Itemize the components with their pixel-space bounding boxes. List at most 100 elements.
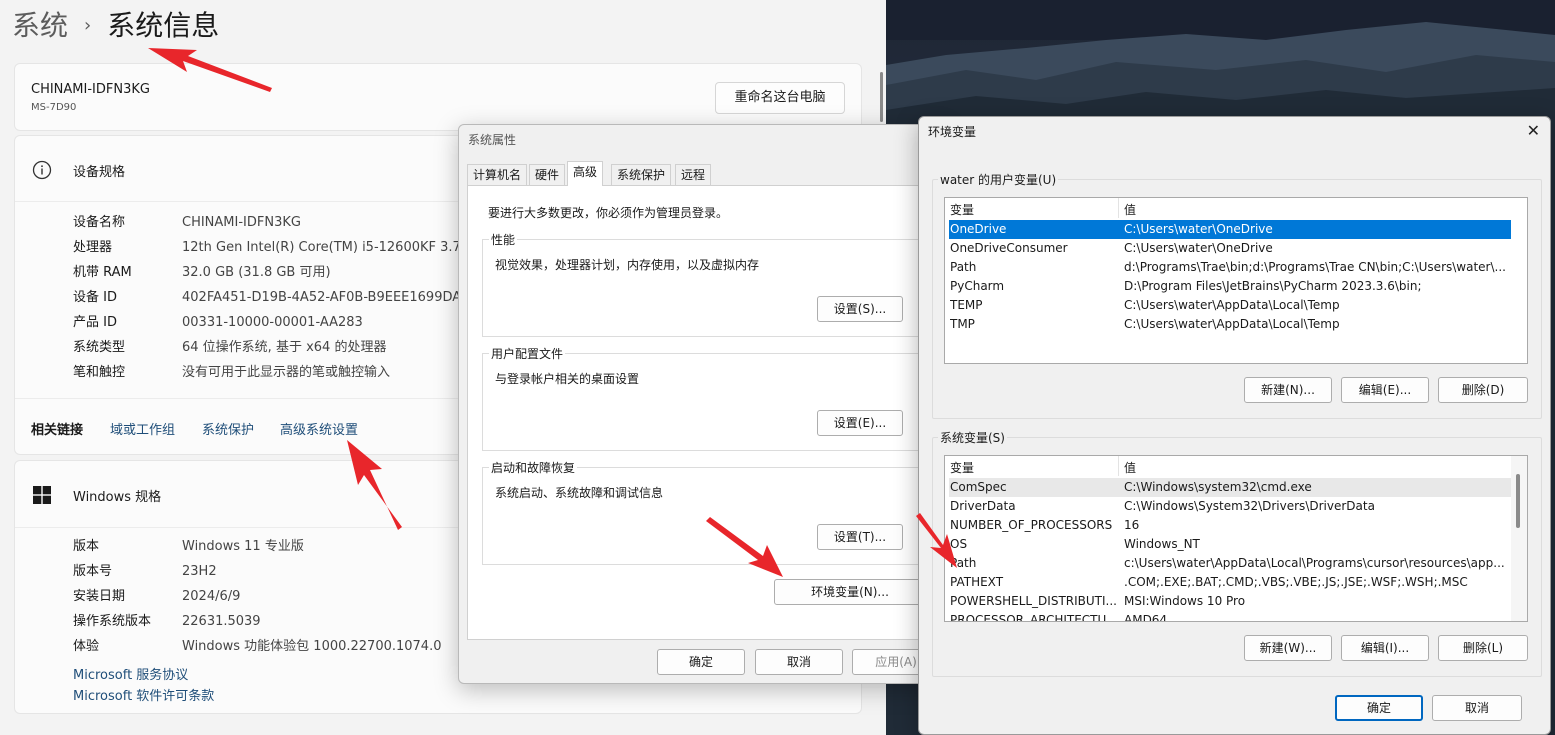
startup-recovery-settings-button[interactable]: 设置(T)... — [817, 524, 903, 550]
dialog-title: 系统属性 — [468, 133, 517, 147]
scrollbar-thumb[interactable] — [1516, 474, 1520, 528]
spec-row: 体验 Windows 功能体验包 1000.22700.1074.0 — [73, 637, 442, 657]
list-item[interactable]: PyCharm D:\Program Files\JetBrains\PyChar… — [949, 277, 1511, 296]
spec-key: 版本 — [73, 539, 100, 554]
spec-key: 机带 RAM — [73, 265, 132, 280]
environment-variables-button[interactable]: 环境变量(N)... — [774, 579, 926, 605]
spec-value: 2024/6/9 — [182, 589, 241, 604]
user-variables-section: water 的用户变量(U) 变量 值 OneDrive C:\Users\wat… — [932, 171, 1542, 419]
list-item[interactable]: OneDriveConsumer C:\Users\water\OneDrive — [949, 239, 1511, 258]
close-icon[interactable]: ✕ — [1527, 121, 1540, 140]
spec-row: 系统类型 64 位操作系统, 基于 x64 的处理器 — [73, 338, 386, 358]
advanced-tab-panel: 要进行大多数更改，你必须作为管理员登录。 性能 视觉效果，处理器计划，内存使用，… — [467, 185, 941, 640]
spec-row: 笔和触控 没有可用于此显示器的笔或触控输入 — [73, 363, 390, 383]
spec-row: 产品 ID 00331-10000-00001-AA283 — [73, 313, 363, 333]
info-icon — [32, 160, 52, 180]
spec-row: 设备名称 CHINAMI-IDFN3KG — [73, 213, 301, 233]
user-edit-button[interactable]: 编辑(E)... — [1341, 377, 1429, 403]
system-variables-list[interactable]: 变量 值 ComSpec C:\Windows\system32\cmd.exe … — [944, 455, 1528, 622]
user-new-button[interactable]: 新建(N)... — [1244, 377, 1332, 403]
env-ok-button[interactable]: 确定 — [1335, 695, 1423, 721]
cancel-button[interactable]: 取消 — [755, 649, 843, 675]
user-variables-list[interactable]: 变量 值 OneDrive C:\Users\water\OneDrive One… — [944, 197, 1528, 364]
tab-hardware[interactable]: 硬件 — [529, 164, 566, 186]
column-header-value[interactable]: 值 — [1124, 201, 1136, 218]
list-item[interactable]: TMP C:\Users\water\AppData\Local\Temp — [949, 315, 1511, 334]
spec-key: 安装日期 — [73, 589, 126, 604]
env-cancel-button[interactable]: 取消 — [1432, 695, 1522, 721]
spec-value: 00331-10000-00001-AA283 — [182, 315, 363, 330]
spec-key: 设备名称 — [73, 215, 126, 230]
spec-key: 处理器 — [73, 240, 113, 255]
spec-value: Windows 11 专业版 — [182, 539, 304, 554]
group-description: 系统启动、系统故障和调试信息 — [495, 486, 664, 500]
system-edit-button[interactable]: 编辑(I)... — [1341, 635, 1429, 661]
spec-value: 64 位操作系统, 基于 x64 的处理器 — [182, 340, 387, 355]
environment-variables-dialog: 环境变量 ✕ water 的用户变量(U) 变量 值 OneDrive C:\Us… — [918, 116, 1551, 735]
user-profiles-settings-button[interactable]: 设置(E)... — [817, 410, 903, 436]
spec-key: 操作系统版本 — [73, 614, 152, 629]
link-advanced-system-settings[interactable]: 高级系统设置 — [280, 419, 358, 438]
spec-row: 处理器 12th Gen Intel(R) Core(TM) i5-12600KF… — [73, 238, 469, 258]
list-item[interactable]: PATHEXT .COM;.EXE;.BAT;.CMD;.VBS;.VBE;.JS… — [949, 573, 1511, 592]
system-new-button[interactable]: 新建(W)... — [1244, 635, 1332, 661]
spec-row: 版本 Windows 11 专业版 — [73, 537, 304, 557]
group-label: 用户配置文件 — [489, 345, 566, 362]
list-item[interactable]: DriverData C:\Windows\System32\Drivers\Dr… — [949, 497, 1511, 516]
windows-logo-icon — [32, 485, 52, 505]
page-title: 系统信息 — [107, 9, 220, 42]
link-system-protection[interactable]: 系统保护 — [202, 419, 254, 438]
spec-value: 32.0 GB (31.8 GB 可用) — [182, 265, 331, 280]
column-header-variable[interactable]: 变量 — [950, 201, 974, 218]
tab-system-protection[interactable]: 系统保护 — [611, 164, 672, 186]
list-item[interactable]: ComSpec C:\Windows\system32\cmd.exe — [949, 478, 1511, 497]
list-item[interactable]: Path c:\Users\water\AppData\Local\Program… — [949, 554, 1511, 573]
spec-value: 402FA451-D19B-4A52-AF0B-B9EEE1699DA3 — [182, 290, 470, 305]
ok-button[interactable]: 确定 — [657, 649, 745, 675]
tab-computer-name[interactable]: 计算机名 — [467, 164, 528, 186]
spec-value: Windows 功能体验包 1000.22700.1074.0 — [182, 639, 442, 654]
performance-settings-button[interactable]: 设置(S)... — [817, 296, 903, 322]
spec-row: 安装日期 2024/6/9 — [73, 587, 240, 607]
group-label: 性能 — [489, 231, 518, 248]
spec-key: 设备 ID — [73, 290, 117, 305]
list-item[interactable]: OneDrive C:\Users\water\OneDrive — [949, 220, 1511, 239]
spec-row: 版本号 23H2 — [73, 562, 217, 582]
pc-name-card: CHINAMI-IDFN3KG MS-7D90 重命名这台电脑 — [14, 63, 862, 131]
spec-row: 设备 ID 402FA451-D19B-4A52-AF0B-B9EEE1699DA… — [73, 288, 469, 308]
performance-group: 性能 视觉效果，处理器计划，内存使用，以及虚拟内存 设置(S)... — [482, 231, 932, 337]
column-header-value[interactable]: 值 — [1124, 459, 1136, 476]
list-item[interactable]: PROCESSOR_ARCHITECTURE AMD64 — [949, 611, 1511, 621]
spec-key: 体验 — [73, 639, 100, 654]
list-item[interactable]: Path d:\Programs\Trae\bin;d:\Programs\Tra… — [949, 258, 1511, 277]
spec-key: 笔和触控 — [73, 365, 126, 380]
spec-row: 机带 RAM 32.0 GB (31.8 GB 可用) — [73, 263, 331, 283]
link-ms-services-agreement[interactable]: Microsoft 服务协议 — [73, 664, 188, 683]
system-delete-button[interactable]: 删除(L) — [1438, 635, 1528, 661]
settings-scrollbar[interactable] — [880, 72, 883, 122]
pc-name: CHINAMI-IDFN3KG — [31, 82, 150, 97]
dialog-title: 环境变量 — [928, 125, 977, 139]
tab-remote[interactable]: 远程 — [675, 164, 712, 186]
system-properties-dialog: 系统属性 计算机名 硬件 高级 系统保护 远程 要进行大多数更改，你必须作为管理… — [458, 124, 948, 684]
user-delete-button[interactable]: 删除(D) — [1438, 377, 1528, 403]
tab-advanced[interactable]: 高级 — [567, 161, 604, 186]
breadcrumb-parent[interactable]: 系统 — [12, 9, 68, 42]
system-list-scrollbar[interactable] — [1511, 456, 1527, 621]
link-domain-workgroup[interactable]: 域或工作组 — [110, 419, 175, 438]
spec-value: 22631.5039 — [182, 614, 261, 629]
device-specs-title: 设备规格 — [73, 165, 126, 180]
column-header-variable[interactable]: 变量 — [950, 459, 974, 476]
pc-model: MS-7D90 — [31, 102, 77, 113]
rename-pc-button[interactable]: 重命名这台电脑 — [715, 82, 845, 114]
list-item[interactable]: NUMBER_OF_PROCESSORS 16 — [949, 516, 1511, 535]
list-header: 变量 值 — [945, 456, 1527, 476]
list-item[interactable]: POWERSHELL_DISTRIBUTI... MSI:Windows 10 P… — [949, 592, 1511, 611]
system-variables-label: 系统变量(S) — [938, 429, 1007, 446]
link-ms-license-terms[interactable]: Microsoft 软件许可条款 — [73, 685, 214, 704]
list-item[interactable]: TEMP C:\Users\water\AppData\Local\Temp — [949, 296, 1511, 315]
spec-row: 操作系统版本 22631.5039 — [73, 612, 261, 632]
startup-recovery-group: 启动和故障恢复 系统启动、系统故障和调试信息 设置(T)... — [482, 459, 932, 565]
spec-key: 系统类型 — [73, 340, 126, 355]
list-item[interactable]: OS Windows_NT — [949, 535, 1511, 554]
